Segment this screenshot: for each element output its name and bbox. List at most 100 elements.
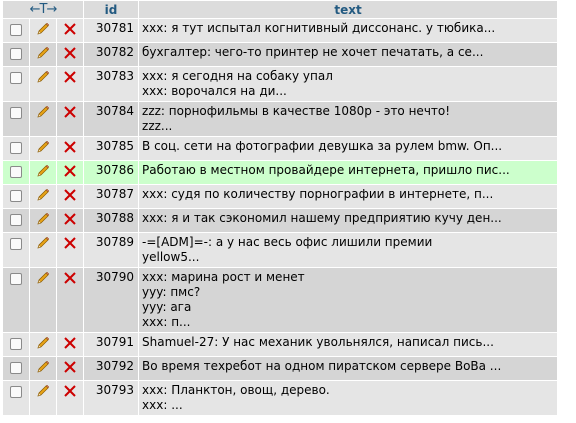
edit-cell <box>30 209 56 232</box>
delete-icon[interactable] <box>62 45 78 61</box>
row-id: 30785 <box>84 137 139 160</box>
row-id: 30792 <box>84 357 139 380</box>
row-checkbox[interactable] <box>10 362 22 374</box>
pencil-icon[interactable] <box>35 163 51 179</box>
delete-icon[interactable] <box>62 270 78 286</box>
delete-icon[interactable] <box>62 359 78 375</box>
row-checkbox[interactable] <box>10 72 22 84</box>
delete-cell <box>57 209 84 232</box>
row-checkbox-cell <box>3 19 29 42</box>
edit-cell <box>30 381 56 415</box>
edit-cell <box>30 67 56 101</box>
row-text: xxx: я и так сэкономил нашему предприяти… <box>139 209 557 232</box>
row-checkbox-cell <box>3 268 29 332</box>
delete-cell <box>57 381 84 415</box>
row-checkbox[interactable] <box>10 48 22 60</box>
pencil-icon[interactable] <box>35 187 51 203</box>
row-text: бухгалтер: чего-то принтер не хочет печа… <box>139 43 557 66</box>
pencil-icon[interactable] <box>35 21 51 37</box>
delete-icon[interactable] <box>62 104 78 120</box>
pencil-icon[interactable] <box>35 104 51 120</box>
row-checkbox-cell <box>3 161 29 184</box>
row-text: xxx: Планктон, овощ, дерево. xxx: ... <box>139 381 557 415</box>
edit-cell <box>30 43 56 66</box>
table-row[interactable]: 30781 xxx: я тут испытал когнитивный дисс… <box>3 19 557 42</box>
delete-cell <box>57 137 84 160</box>
delete-icon[interactable] <box>62 139 78 155</box>
row-text: xxx: я тут испытал когнитивный диссонанс… <box>139 19 557 42</box>
delete-icon[interactable] <box>62 335 78 351</box>
row-checkbox[interactable] <box>10 214 22 226</box>
delete-icon[interactable] <box>62 163 78 179</box>
delete-cell <box>57 233 84 267</box>
delete-icon[interactable] <box>62 383 78 399</box>
delete-cell <box>57 185 84 208</box>
row-text: xxx: я сегодня на собаку упал xxx: вороч… <box>139 67 557 101</box>
column-header-id[interactable]: id <box>84 1 139 18</box>
row-text: Во время техребот на одном пиратском сер… <box>139 357 557 380</box>
delete-icon[interactable] <box>62 235 78 251</box>
edit-cell <box>30 357 56 380</box>
delete-icon[interactable] <box>62 187 78 203</box>
row-id: 30790 <box>84 268 139 332</box>
delete-icon[interactable] <box>62 21 78 37</box>
table-row[interactable]: 30784 zzz: порнофильмы в качестве 1080p -… <box>3 102 557 136</box>
row-id: 30784 <box>84 102 139 136</box>
table-row[interactable]: 30793 xxx: Планктон, овощ, дерево. xxx: .… <box>3 381 557 415</box>
delete-cell <box>57 333 84 356</box>
row-checkbox[interactable] <box>10 338 22 350</box>
row-checkbox-cell <box>3 233 29 267</box>
edit-cell <box>30 137 56 160</box>
column-header-text[interactable]: text <box>139 1 557 18</box>
edit-cell <box>30 19 56 42</box>
row-checkbox-cell <box>3 209 29 232</box>
edit-cell <box>30 185 56 208</box>
delete-cell <box>57 268 84 332</box>
pencil-icon[interactable] <box>35 211 51 227</box>
delete-cell <box>57 19 84 42</box>
column-toggle-arrows-icon[interactable]: ←T→ <box>30 2 58 17</box>
row-id: 30791 <box>84 333 139 356</box>
table-row[interactable]: 30788 xxx: я и так сэкономил нашему предп… <box>3 209 557 232</box>
pencil-icon[interactable] <box>35 383 51 399</box>
pencil-icon[interactable] <box>35 359 51 375</box>
row-id: 30788 <box>84 209 139 232</box>
row-checkbox[interactable] <box>10 190 22 202</box>
pencil-icon[interactable] <box>35 45 51 61</box>
pencil-icon[interactable] <box>35 335 51 351</box>
row-id: 30782 <box>84 43 139 66</box>
table-row[interactable]: 30785 В соц. сети на фотографии девушка з… <box>3 137 557 160</box>
edit-cell <box>30 233 56 267</box>
row-text: -=[ADM]=-: а у нас весь офис лишили прем… <box>139 233 557 267</box>
row-id: 30793 <box>84 381 139 415</box>
row-checkbox[interactable] <box>10 386 22 398</box>
table-row[interactable]: 30791 Shamuel-27: У нас механик увольнялс… <box>3 333 557 356</box>
edit-cell <box>30 102 56 136</box>
pencil-icon[interactable] <box>35 235 51 251</box>
row-checkbox[interactable] <box>10 142 22 154</box>
table-row[interactable]: 30790 xxx: марина рост и менет yyy: пмс? … <box>3 268 557 332</box>
row-checkbox-cell <box>3 357 29 380</box>
row-checkbox[interactable] <box>10 273 22 285</box>
table-row[interactable]: 30792 Во время техребот на одном пиратско… <box>3 357 557 380</box>
table-row[interactable]: 30782 бухгалтер: чего-то принтер не хочет… <box>3 43 557 66</box>
pencil-icon[interactable] <box>35 69 51 85</box>
pencil-icon[interactable] <box>35 270 51 286</box>
delete-icon[interactable] <box>62 211 78 227</box>
delete-cell <box>57 357 84 380</box>
column-toggle-arrows[interactable]: ←T→ <box>3 1 84 18</box>
row-id: 30787 <box>84 185 139 208</box>
table-row[interactable]: 30783 xxx: я сегодня на собаку упал xxx: … <box>3 67 557 101</box>
row-checkbox-cell <box>3 137 29 160</box>
table-row[interactable]: 30789 -=[ADM]=-: а у нас весь офис лишили… <box>3 233 557 267</box>
row-checkbox[interactable] <box>10 166 22 178</box>
pencil-icon[interactable] <box>35 139 51 155</box>
row-checkbox[interactable] <box>10 24 22 36</box>
row-checkbox[interactable] <box>10 107 22 119</box>
row-text: zzz: порнофильмы в качестве 1080p - это … <box>139 102 557 136</box>
row-text: В соц. сети на фотографии девушка за рул… <box>139 137 557 160</box>
table-row[interactable]: 30787 xxx: судя по количеству порнографии… <box>3 185 557 208</box>
table-row[interactable]: 30786 Работаю в местном провайдере интерн… <box>3 161 557 184</box>
delete-icon[interactable] <box>62 69 78 85</box>
row-checkbox[interactable] <box>10 238 22 250</box>
